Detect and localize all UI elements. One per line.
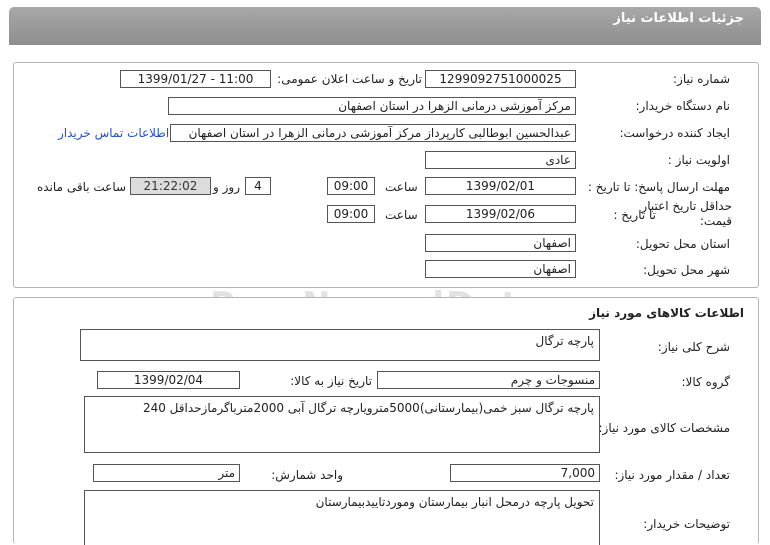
specs-field[interactable]: پارچه ترگال سبز خمی(بیمارستانی)5000متروی… — [84, 396, 600, 453]
reply-time-label: ساعت — [385, 180, 418, 194]
days-remaining-field: 4 — [245, 177, 271, 195]
city-field[interactable]: اصفهان — [425, 260, 576, 278]
announce-field[interactable]: 1399/01/27 - 11:00 — [120, 70, 271, 88]
creator-field[interactable]: عبدالحسین ابوطالبی کارپرداز مرکز آموزشی … — [170, 124, 576, 142]
goods-group-field[interactable]: منسوجات و چرم — [377, 371, 600, 389]
validity-time-label: ساعت — [385, 208, 418, 222]
remaining-timer: 21:22:02 — [130, 177, 211, 195]
days-label: روز و — [213, 180, 240, 194]
announce-label: تاریخ و ساعت اعلان عمومی: — [277, 72, 422, 86]
goods-group-label: گروه کالا: — [681, 375, 731, 389]
validity-until-label: تا تاریخ : — [613, 208, 656, 222]
province-field[interactable]: اصفهان — [425, 234, 576, 252]
priority-field[interactable]: عادی — [425, 151, 576, 169]
page-title: جزئیات اطلاعات نیاز — [613, 11, 744, 26]
buyer-org-label: نام دستگاه خریدار: — [635, 99, 731, 113]
need-number-field[interactable]: 1299092751000025 — [425, 70, 576, 88]
need-number-label: شماره نیاز: — [673, 72, 730, 86]
validity-time-field[interactable]: 09:00 — [327, 205, 375, 223]
general-desc-label: شرح کلی نیاز: — [657, 340, 730, 354]
creator-label: ایجاد کننده درخواست: — [619, 126, 730, 140]
buyer-notes-field[interactable]: تحویل پارچه درمحل انبار بیمارستان وموردت… — [84, 490, 600, 545]
quantity-field[interactable]: 7,000 — [450, 464, 600, 482]
province-label: استان محل تحویل: — [635, 237, 730, 251]
unit-label: واحد شمارش: — [271, 468, 343, 482]
quantity-label: تعداد / مقدار مورد نیاز: — [614, 468, 730, 482]
general-desc-field[interactable]: پارچه ترگال — [80, 329, 600, 361]
goods-section-title: اطلاعات کالاهای مورد نیاز — [589, 306, 744, 320]
city-label: شهر محل تحویل: — [643, 263, 730, 277]
priority-label: اولویت نیاز : — [667, 153, 730, 167]
need-date-field[interactable]: 1399/02/04 — [97, 371, 240, 389]
reply-deadline-label: مهلت ارسال پاسخ: تا تاریخ : — [587, 180, 730, 194]
specs-label: مشخصات کالای مورد نیاز: — [598, 421, 730, 435]
buyer-contact-link[interactable]: اطلاعات تماس خریدار — [58, 126, 169, 140]
remaining-label: ساعت باقی مانده — [37, 180, 127, 194]
reply-time-field[interactable]: 09:00 — [327, 177, 375, 195]
need-date-label: تاریخ نیاز به کالا: — [290, 374, 372, 388]
validity-date-field[interactable]: 1399/02/06 — [425, 205, 576, 223]
reply-date-field[interactable]: 1399/02/01 — [425, 177, 576, 195]
validity-label-2: قیمت: — [699, 214, 732, 228]
buyer-org-field[interactable]: مرکز آموزشی درمانی الزهرا در استان اصفها… — [168, 97, 576, 115]
buyer-notes-label: توضیحات خریدار: — [643, 517, 730, 531]
need-info-panel — [13, 62, 759, 288]
unit-field[interactable]: متر — [93, 464, 240, 482]
